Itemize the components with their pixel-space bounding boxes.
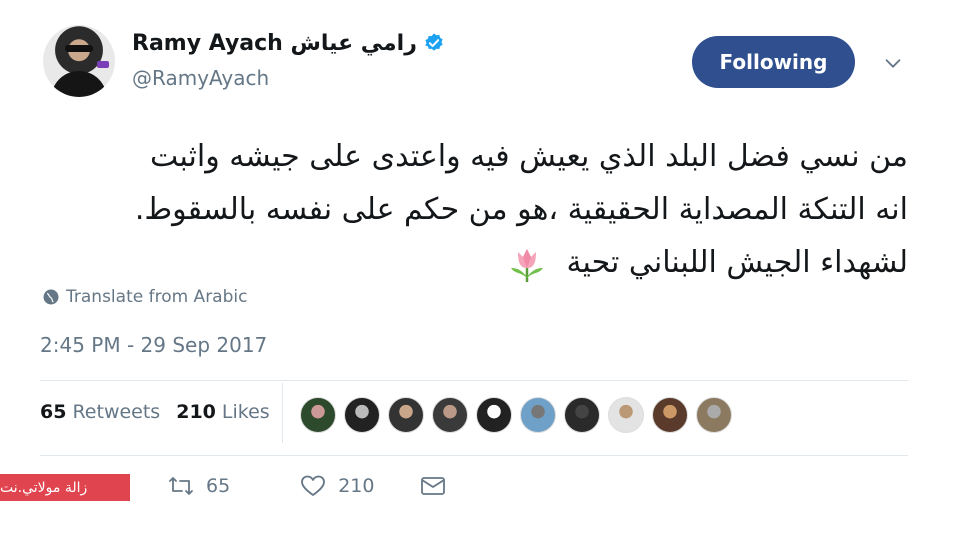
retweets-count: 65 bbox=[40, 401, 67, 423]
globe-icon bbox=[43, 289, 59, 305]
liker-avatar[interactable] bbox=[520, 397, 556, 433]
liker-avatar[interactable] bbox=[608, 397, 644, 433]
avatar-tag bbox=[97, 61, 109, 68]
liker-avatar[interactable] bbox=[344, 397, 380, 433]
heart-icon bbox=[301, 475, 326, 496]
liker-avatar[interactable] bbox=[652, 397, 688, 433]
translate-label[interactable]: Translate from Arabic bbox=[66, 287, 247, 307]
liker-avatar[interactable] bbox=[476, 397, 512, 433]
retweets-label: Retweets bbox=[72, 401, 161, 423]
envelope-icon bbox=[421, 477, 446, 495]
watermark: زالة مولاتي.نت bbox=[0, 474, 130, 501]
following-button[interactable]: Following bbox=[692, 36, 855, 88]
likes-stat[interactable]: 210 Likes bbox=[176, 401, 269, 423]
verified-badge-icon bbox=[425, 33, 443, 51]
retweet-button[interactable]: 65 bbox=[168, 475, 230, 497]
retweet-icon bbox=[169, 477, 193, 495]
direct-message-button[interactable] bbox=[420, 475, 446, 497]
liker-avatar[interactable] bbox=[696, 397, 732, 433]
tweet-actions: 65 210 bbox=[168, 474, 446, 498]
chevron-down-icon[interactable] bbox=[882, 52, 904, 74]
likes-count: 210 bbox=[176, 401, 216, 423]
user-name[interactable]: Ramy Ayach رامي عياش bbox=[132, 31, 417, 56]
liker-avatar[interactable] bbox=[300, 397, 336, 433]
retweet-count: 65 bbox=[206, 475, 231, 497]
divider bbox=[40, 455, 908, 456]
retweets-stat[interactable]: 65 Retweets bbox=[40, 401, 160, 423]
translate-link[interactable]: Translate from Arabic bbox=[42, 287, 247, 307]
liker-avatar[interactable] bbox=[388, 397, 424, 433]
tweet-timestamp[interactable]: 2:45 PM - 29 Sep 2017 bbox=[40, 333, 267, 357]
liker-avatars bbox=[300, 397, 732, 433]
liker-avatar[interactable] bbox=[432, 397, 468, 433]
tweet-line-text: لشهداء الجيش اللبناني تحية bbox=[566, 245, 908, 280]
liker-avatar[interactable] bbox=[564, 397, 600, 433]
avatar-glasses bbox=[65, 45, 93, 52]
divider bbox=[40, 380, 908, 381]
tweet-line: لشهداء الجيش اللبناني تحية bbox=[40, 236, 908, 289]
user-handle[interactable]: @RamyAyach bbox=[132, 66, 269, 90]
avatar-jacket bbox=[51, 71, 107, 97]
like-button[interactable]: 210 bbox=[300, 474, 374, 498]
tweet-text: من نسي فضل البلد الذي يعيش فيه واعتدى عل… bbox=[40, 130, 908, 289]
like-count: 210 bbox=[338, 475, 375, 497]
tweet-stats: 65 Retweets 210 Likes bbox=[40, 401, 286, 423]
tweet-line: من نسي فضل البلد الذي يعيش فيه واعتدى عل… bbox=[150, 139, 908, 174]
divider bbox=[282, 383, 283, 443]
avatar[interactable] bbox=[43, 25, 115, 97]
tulip-icon bbox=[510, 248, 543, 282]
tweet-line: انه التنكة المصداية الحقيقية ،هو من حكم … bbox=[134, 192, 908, 227]
likes-label: Likes bbox=[221, 401, 270, 423]
user-name-row: Ramy Ayach رامي عياش bbox=[132, 28, 445, 58]
